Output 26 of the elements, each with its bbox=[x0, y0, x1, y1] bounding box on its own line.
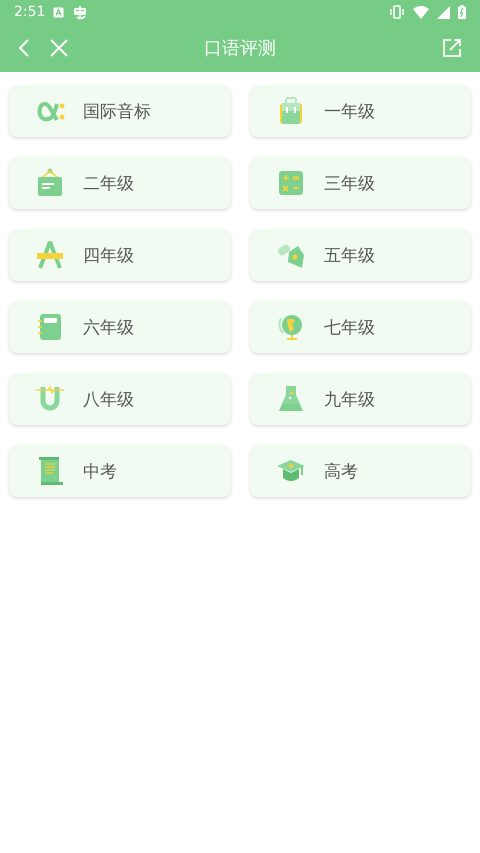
category-card[interactable]: 八年级 bbox=[9, 373, 231, 425]
flask-icon bbox=[276, 384, 306, 414]
share-icon bbox=[442, 38, 462, 58]
notification-icon bbox=[53, 6, 64, 18]
category-card[interactable]: 七年级 bbox=[250, 301, 471, 353]
category-card[interactable]: 六年级 bbox=[9, 301, 231, 353]
vibrate-icon bbox=[389, 5, 405, 19]
signal-icon bbox=[437, 6, 450, 18]
battery-icon bbox=[458, 5, 466, 19]
back-icon bbox=[18, 39, 30, 57]
compass-icon bbox=[35, 240, 65, 270]
category-card[interactable]: 二年级 bbox=[9, 157, 231, 209]
category-card[interactable]: 四年级 bbox=[9, 229, 231, 281]
status-time: 2:51 bbox=[14, 4, 46, 20]
category-card[interactable]: 一年级 bbox=[250, 85, 471, 137]
category-card[interactable]: 九年级 bbox=[250, 373, 471, 425]
calculator-icon bbox=[276, 168, 306, 198]
page-title: 口语评测 bbox=[204, 37, 276, 60]
board-icon bbox=[35, 168, 65, 198]
category-card[interactable]: 中考 bbox=[9, 445, 231, 497]
category-card[interactable]: 高考 bbox=[250, 445, 471, 497]
category-card[interactable]: 三年级 bbox=[250, 157, 471, 209]
close-icon bbox=[50, 39, 68, 57]
category-card[interactable]: 五年级 bbox=[250, 229, 471, 281]
wifi-icon bbox=[413, 6, 429, 18]
category-card[interactable]: 国际音标 bbox=[9, 85, 231, 137]
